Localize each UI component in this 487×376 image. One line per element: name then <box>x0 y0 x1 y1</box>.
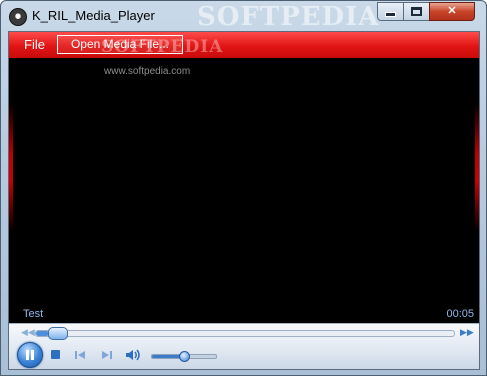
app-icon <box>9 8 27 26</box>
title-bar[interactable]: K_RIL_Media_Player SOFTPEDIA ✕ <box>1 1 486 32</box>
stop-button[interactable] <box>48 348 64 362</box>
left-edge-glow <box>9 102 13 232</box>
video-display[interactable] <box>9 58 479 323</box>
volume-slider[interactable] <box>151 351 217 362</box>
transport-controls: ◀◀ ▶▶ <box>9 323 479 369</box>
play-pause-button[interactable] <box>17 342 43 368</box>
close-button[interactable]: ✕ <box>429 2 475 21</box>
player-client-area: File SOFTPEDIA Open Media File... www.so… <box>8 31 480 370</box>
speaker-icon <box>126 349 140 361</box>
window-title: K_RIL_Media_Player <box>32 8 155 23</box>
next-button[interactable] <box>99 348 115 362</box>
close-icon: ✕ <box>447 5 457 17</box>
softpedia-watermark: SOFTPEDIA <box>197 2 380 32</box>
media-player-window: K_RIL_Media_Player SOFTPEDIA ✕ File SOFT… <box>0 0 487 376</box>
menu-item-open-media-file[interactable]: Open Media File... <box>57 35 183 54</box>
mute-button[interactable] <box>125 348 141 362</box>
stop-icon <box>51 350 60 359</box>
maximize-icon <box>411 6 422 16</box>
next-icon <box>102 351 112 359</box>
seek-thumb[interactable] <box>47 327 68 340</box>
seek-progress <box>36 331 49 336</box>
maximize-button[interactable] <box>403 2 430 21</box>
menu-file[interactable]: File <box>24 37 45 52</box>
right-edge-glow <box>475 102 479 232</box>
pause-icon <box>26 350 34 360</box>
softpedia-url-watermark: www.softpedia.com <box>104 66 191 77</box>
minimize-button[interactable] <box>377 2 404 21</box>
seek-bar[interactable] <box>35 327 455 340</box>
rewind-icon[interactable]: ◀◀ <box>21 327 35 337</box>
volume-thumb[interactable] <box>179 351 190 362</box>
menu-bar: File SOFTPEDIA Open Media File... <box>9 32 479 58</box>
fast-forward-icon[interactable]: ▶▶ <box>460 327 474 337</box>
previous-button[interactable] <box>72 348 88 362</box>
previous-icon <box>75 351 85 359</box>
minimize-icon <box>385 11 396 17</box>
track-name: Test <box>23 308 44 320</box>
time-readout: 00:05 <box>446 308 474 320</box>
